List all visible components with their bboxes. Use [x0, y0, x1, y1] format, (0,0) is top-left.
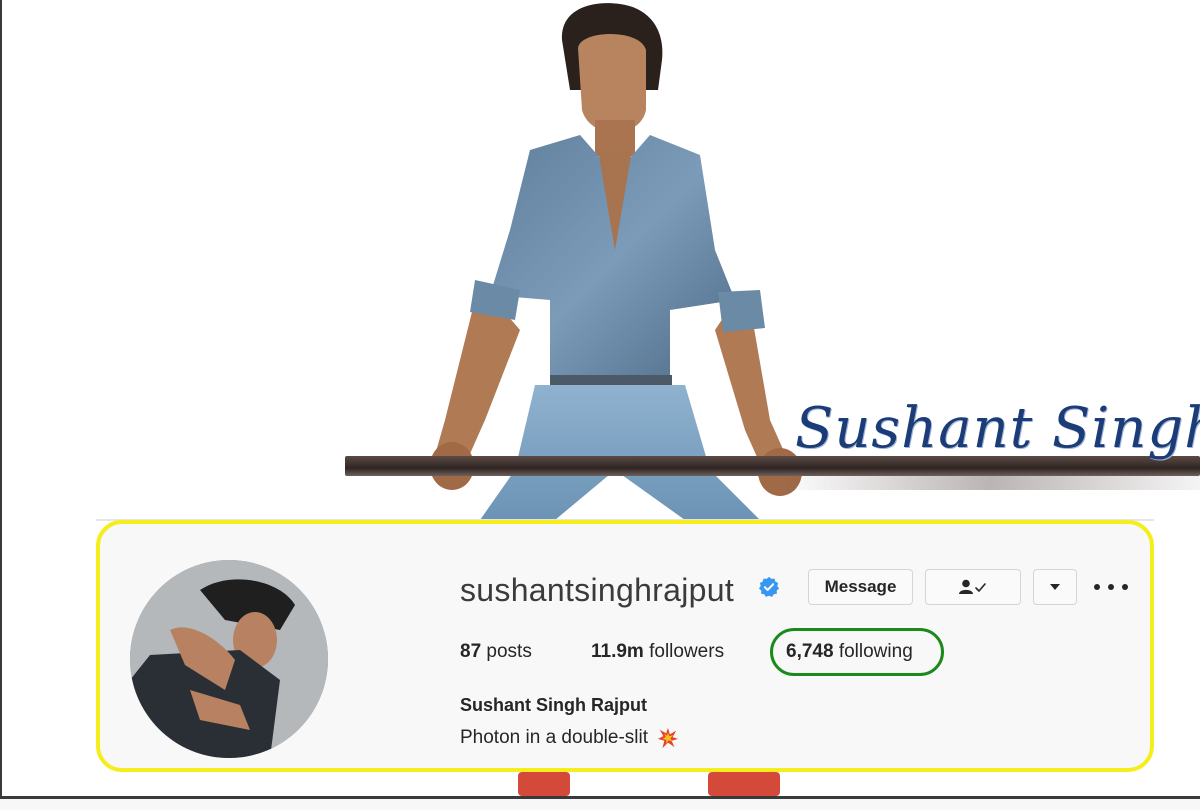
posts-label: posts [486, 641, 532, 662]
following-link[interactable]: 6,748 following [786, 641, 913, 663]
hero-bench-shadow [780, 476, 1200, 490]
profile-bio: Photon in a double-slit [460, 727, 679, 749]
profile-username: sushantsinghrajput [460, 572, 735, 608]
avatar[interactable] [130, 560, 328, 758]
image-bottom-strip [0, 799, 1200, 810]
followers-link[interactable]: 11.9m followers [591, 641, 724, 663]
collision-emoji-icon [658, 727, 679, 749]
followers-label: followers [649, 641, 725, 662]
caret-down-icon [1050, 584, 1060, 590]
following-label: following [838, 641, 913, 662]
followers-count: 11.9m [591, 641, 644, 662]
hero-shoes [518, 772, 780, 796]
bio-text: Photon in a double-slit [460, 727, 649, 749]
more-dot [1122, 584, 1128, 590]
posts-count-link[interactable]: 87 posts [460, 641, 532, 663]
more-dot [1094, 584, 1100, 590]
more-dot [1108, 584, 1114, 590]
verified-badge-icon [758, 576, 780, 597]
suggestions-dropdown-button[interactable] [1033, 569, 1077, 605]
following-count: 6,748 [786, 641, 834, 662]
posts-count: 87 [460, 641, 482, 662]
more-options-icon[interactable] [1094, 578, 1128, 596]
image-left-border [0, 0, 2, 800]
profile-full-name: Sushant Singh Rajput [460, 695, 647, 715]
following-button[interactable] [925, 569, 1021, 605]
script-name-overlay: Sushant Singh [795, 396, 1200, 461]
following-user-check-icon [959, 579, 986, 594]
message-button[interactable]: Message [808, 569, 913, 605]
